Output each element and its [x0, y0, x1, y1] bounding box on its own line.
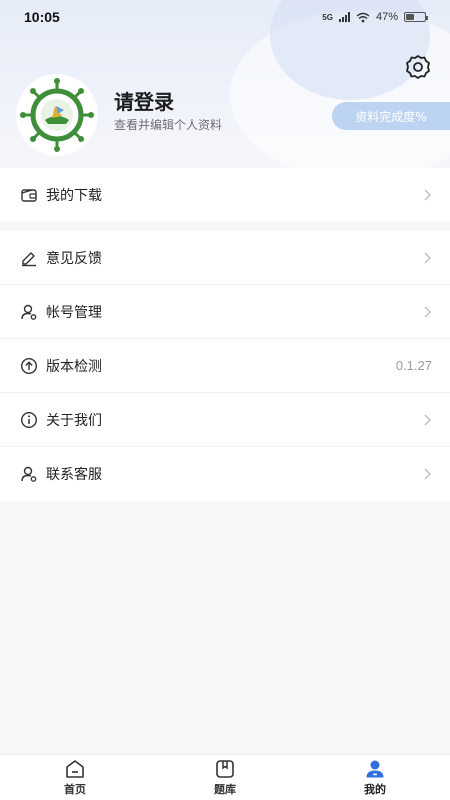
tab-mine[interactable]: 我的 — [300, 755, 450, 800]
tab-label: 首页 — [64, 782, 86, 796]
menu-item-label: 我的下载 — [46, 188, 102, 204]
status-indicators: 5G 47% — [322, 11, 428, 23]
network-label: 5G — [322, 12, 333, 22]
tab-label: 题库 — [214, 782, 236, 796]
gear-icon — [406, 55, 430, 79]
menu-item-label: 帐号管理 — [46, 304, 102, 321]
chevron-right-icon — [422, 305, 432, 319]
signal-icon — [338, 12, 350, 22]
wifi-icon — [356, 12, 370, 22]
menu-item-contact-service[interactable]: 联系客服 — [0, 447, 450, 501]
login-title[interactable]: 请登录 — [114, 86, 174, 115]
chevron-right-icon — [422, 188, 432, 202]
menu-item-label: 联系客服 — [46, 467, 102, 483]
menu-item-about[interactable]: 关于我们 — [0, 393, 450, 447]
version-value: 0.1.27 — [395, 358, 432, 373]
info-icon — [20, 411, 38, 429]
tab-question-bank[interactable]: 题库 — [150, 755, 300, 800]
chevron-right-icon — [422, 251, 432, 265]
upload-icon — [20, 357, 38, 375]
avatar[interactable] — [18, 76, 96, 154]
menu-item-label: 关于我们 — [46, 412, 102, 429]
version-value-wrap: 0.1.27 — [396, 358, 432, 373]
bottom-tab-bar: 首页 题库 我的 — [0, 754, 450, 800]
menu-item-label: 版本检测 — [46, 358, 102, 375]
status-bar: 10:05 5G 47% — [0, 0, 450, 34]
user-icon — [20, 465, 38, 483]
login-subtitle: 查看并编辑个人资料 — [114, 118, 223, 132]
settings-button[interactable] — [403, 52, 433, 82]
home-icon — [66, 759, 84, 778]
chevron-right-icon — [422, 467, 432, 481]
status-time: 10:05 — [24, 9, 60, 25]
menu-item-account[interactable]: 帐号管理 — [0, 285, 450, 339]
edit-icon — [20, 249, 38, 267]
menu-item-label: 意见反馈 — [46, 250, 102, 267]
user-icon — [20, 303, 38, 321]
tab-label: 我的 — [364, 782, 386, 796]
wallet-icon — [20, 186, 38, 204]
menu-item-feedback[interactable]: 意见反馈 — [0, 231, 450, 285]
battery-percent: 47% — [375, 11, 398, 23]
menu-group-downloads: 我的下载 — [0, 168, 450, 222]
battery-icon — [404, 12, 428, 22]
menu-item-version-check[interactable]: 版本检测 0.1.27 — [0, 339, 450, 393]
menu-group-settings: 意见反馈 帐号管理 版本检测 0.1.27 关于我们 联系客服 — [0, 231, 450, 501]
chevron-right-icon — [422, 413, 432, 427]
ship-wheel-logo — [18, 76, 96, 154]
bookmark-icon — [216, 759, 234, 778]
profile-icon — [366, 760, 384, 777]
profile-completion-button[interactable]: 资料完成度% — [332, 102, 450, 130]
menu-item-downloads[interactable]: 我的下载 — [0, 168, 450, 222]
tab-home[interactable]: 首页 — [0, 755, 150, 800]
